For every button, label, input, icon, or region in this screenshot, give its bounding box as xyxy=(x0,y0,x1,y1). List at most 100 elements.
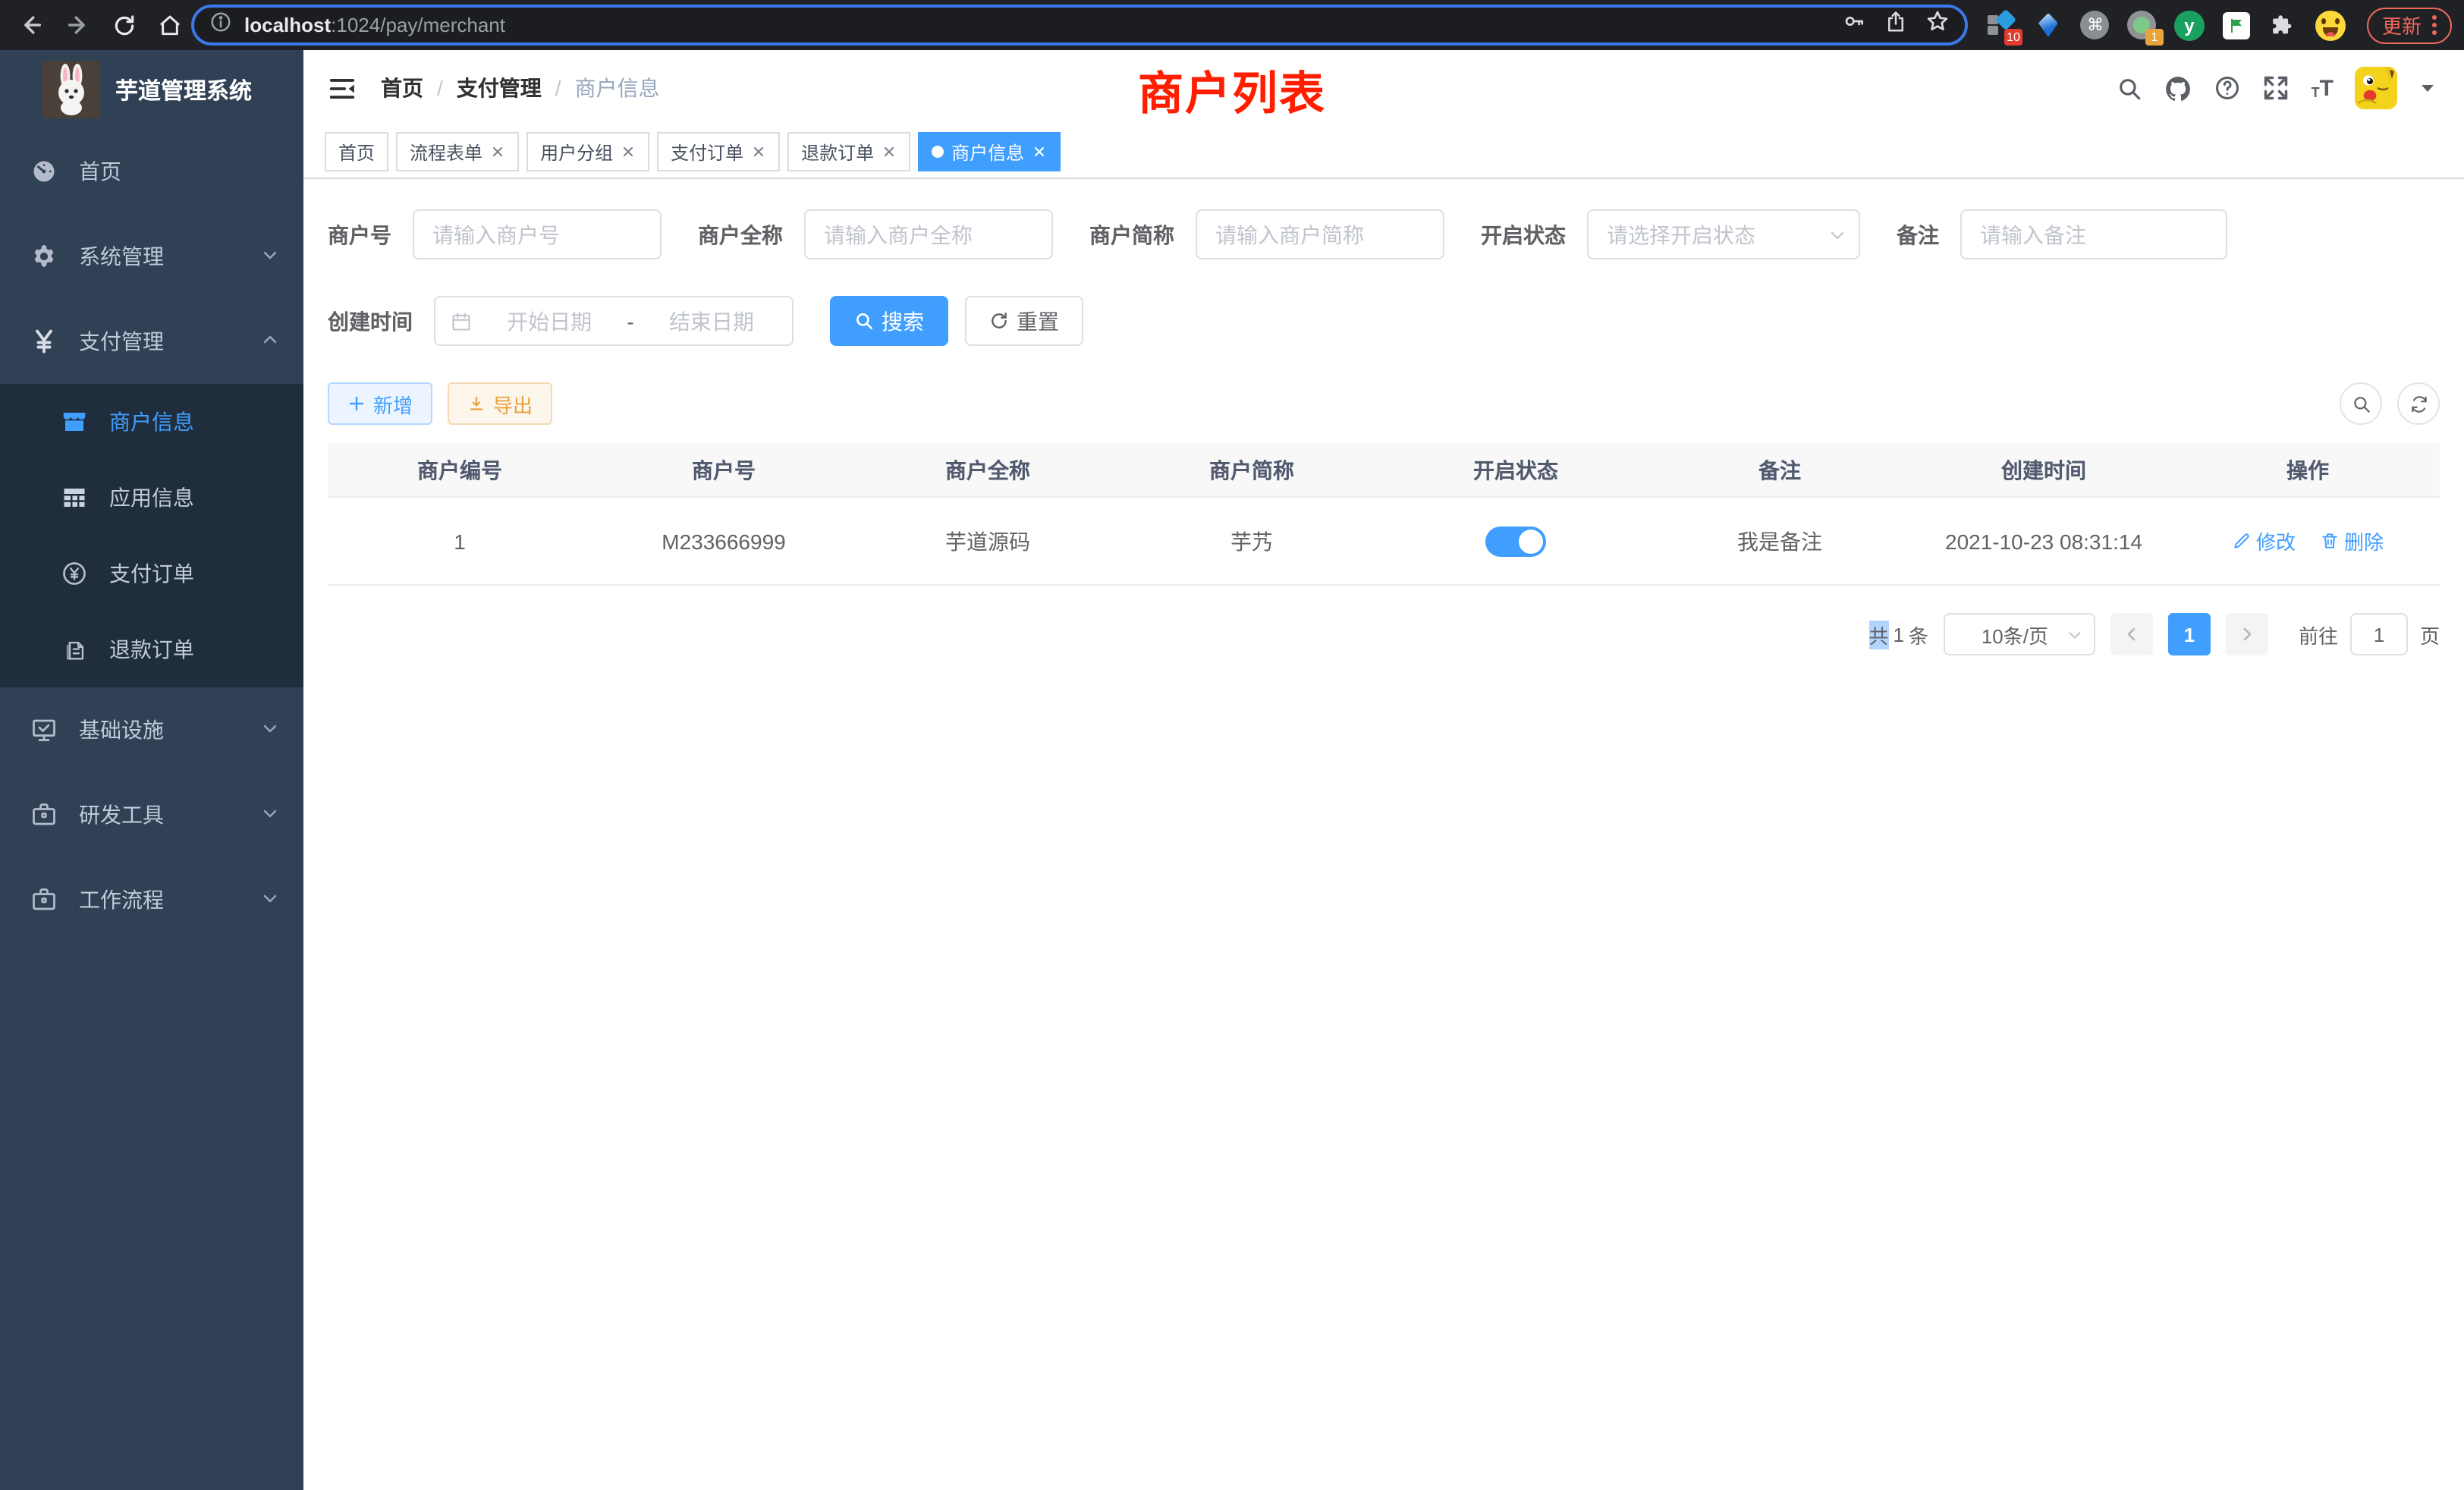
column-header: 商户简称 xyxy=(1120,454,1384,485)
briefcase-icon xyxy=(30,886,58,913)
cell-merchant-no: M233666999 xyxy=(592,529,856,553)
key-icon[interactable] xyxy=(1842,9,1866,41)
profile-avatar-icon[interactable] xyxy=(2315,10,2346,40)
delete-button[interactable]: 删除 xyxy=(2320,527,2384,555)
page-size-select[interactable]: 10条/页 xyxy=(1944,613,2095,655)
tab-merchant-info[interactable]: 商户信息 xyxy=(918,132,1061,171)
refresh-table-button[interactable] xyxy=(2397,382,2440,425)
tab-home[interactable]: 首页 xyxy=(325,132,388,171)
sidebar-item-infrastructure[interactable]: 基础设施 xyxy=(0,687,303,772)
status-toggle[interactable] xyxy=(1485,526,1546,556)
browser-toolbar: localhost:1024/pay/merchant 10 ⌘ 1 y xyxy=(0,0,2464,50)
tab-refund-order[interactable]: 退款订单 xyxy=(787,132,910,171)
short-name-input[interactable] xyxy=(1196,209,1444,259)
forward-icon[interactable] xyxy=(65,12,91,38)
browser-update-menu[interactable]: 更新 xyxy=(2367,7,2452,43)
extension-recorder-icon[interactable]: 1 xyxy=(2127,10,2158,40)
sidebar-item-merchant-info[interactable]: 商户信息 xyxy=(0,384,303,460)
chevron-down-icon xyxy=(1828,225,1846,244)
column-header: 商户编号 xyxy=(328,454,592,485)
refresh-icon xyxy=(989,311,1009,331)
column-header: 开启状态 xyxy=(1384,454,1648,485)
reset-button[interactable]: 重置 xyxy=(965,296,1083,346)
share-icon[interactable] xyxy=(1884,10,1907,40)
close-icon[interactable] xyxy=(1032,144,1047,159)
tab-process-form[interactable]: 流程表单 xyxy=(396,132,519,171)
sidebar-menu: 首页 系统管理 支付管理 商户信息 xyxy=(0,129,303,942)
extension-badge: 1 xyxy=(2145,28,2164,45)
screen: localhost:1024/pay/merchant 10 ⌘ 1 y xyxy=(0,0,2464,1490)
remark-input[interactable] xyxy=(1960,209,2227,259)
search-button[interactable]: 搜索 xyxy=(830,296,948,346)
extension-green-y-icon[interactable]: y xyxy=(2174,10,2205,40)
header-search-icon[interactable] xyxy=(2117,75,2143,101)
breadcrumb-home[interactable]: 首页 xyxy=(381,73,423,103)
extension-flag-icon[interactable] xyxy=(2221,10,2252,40)
github-icon[interactable] xyxy=(2164,74,2193,102)
cell-status xyxy=(1384,526,1648,556)
breadcrumb-payment[interactable]: 支付管理 xyxy=(457,73,542,103)
goto-page-input[interactable] xyxy=(2350,613,2408,655)
end-date[interactable]: 结束日期 xyxy=(646,306,777,336)
merchant-no-input[interactable] xyxy=(413,209,662,259)
plus-icon xyxy=(347,395,366,413)
add-button[interactable]: 新增 xyxy=(328,382,432,425)
close-icon[interactable] xyxy=(621,144,636,159)
chevron-down-icon xyxy=(261,803,279,827)
search-icon xyxy=(854,311,874,331)
sidebar-item-workflow[interactable]: 工作流程 xyxy=(0,857,303,942)
close-icon[interactable] xyxy=(882,144,897,159)
page-unit-label: 页 xyxy=(2420,620,2440,649)
column-header: 创建时间 xyxy=(1912,454,2176,485)
sidebar-item-dev-tools[interactable]: 研发工具 xyxy=(0,772,303,857)
edit-button[interactable]: 修改 xyxy=(2232,527,2296,555)
sidebar-item-refund-order[interactable]: 退款订单 xyxy=(0,611,303,687)
chevron-up-icon xyxy=(261,329,279,354)
fullscreen-icon[interactable] xyxy=(2263,74,2290,102)
tab-user-group[interactable]: 用户分组 xyxy=(526,132,649,171)
column-header: 商户全称 xyxy=(856,454,1120,485)
tab-pay-order[interactable]: 支付订单 xyxy=(657,132,780,171)
site-info-icon[interactable] xyxy=(209,10,232,40)
sidebar-collapse-icon[interactable] xyxy=(328,74,357,102)
url-bar[interactable]: localhost:1024/pay/merchant xyxy=(191,5,1968,46)
create-time-range-picker[interactable]: 开始日期 - 结束日期 xyxy=(434,296,794,346)
payment-submenu: 商户信息 应用信息 支付订单 退款订单 xyxy=(0,384,303,687)
user-avatar[interactable] xyxy=(2355,67,2397,109)
help-icon[interactable] xyxy=(2214,74,2242,102)
full-name-input[interactable] xyxy=(804,209,1053,259)
main-area: 首页 / 支付管理 / 商户信息 TT xyxy=(303,50,2464,1490)
extension-badge: 10 xyxy=(2004,28,2022,45)
extension-command-icon[interactable]: ⌘ xyxy=(2080,10,2110,40)
back-icon[interactable] xyxy=(18,12,44,38)
sidebar-item-app-info[interactable]: 应用信息 xyxy=(0,460,303,536)
extension-blocks-icon[interactable]: 10 xyxy=(1986,10,2016,40)
app-navbar: 首页 / 支付管理 / 商户信息 TT xyxy=(303,50,2464,126)
sidebar-item-home[interactable]: 首页 xyxy=(0,129,303,214)
toolbox-icon xyxy=(30,801,58,828)
cell-short-name: 芋艿 xyxy=(1120,526,1384,556)
sidebar-item-payment[interactable]: 支付管理 xyxy=(0,299,303,384)
close-icon[interactable] xyxy=(751,144,766,159)
show-search-button[interactable] xyxy=(2340,382,2382,425)
sidebar-item-pay-order[interactable]: 支付订单 xyxy=(0,536,303,611)
reload-icon[interactable] xyxy=(112,13,137,37)
browser-menu-icon[interactable] xyxy=(2432,15,2437,35)
extensions-puzzle-icon[interactable] xyxy=(2268,10,2299,40)
font-size-icon[interactable]: TT xyxy=(2312,77,2334,99)
cell-actions: 修改 删除 xyxy=(2176,527,2440,555)
bookmark-star-icon[interactable] xyxy=(1925,9,1950,41)
extension-kite-icon[interactable] xyxy=(2033,10,2063,40)
chevron-right-icon xyxy=(2238,625,2256,643)
caret-down-icon[interactable] xyxy=(2418,79,2437,97)
close-icon[interactable] xyxy=(490,144,505,159)
breadcrumb-current: 商户信息 xyxy=(575,73,660,103)
next-page-button[interactable] xyxy=(2226,613,2268,655)
status-select[interactable]: 请选择开启状态 xyxy=(1587,209,1860,259)
export-button[interactable]: 导出 xyxy=(448,382,552,425)
sidebar-item-system[interactable]: 系统管理 xyxy=(0,214,303,299)
start-date[interactable]: 开始日期 xyxy=(484,306,614,336)
page-number-button[interactable]: 1 xyxy=(2168,613,2211,655)
home-icon[interactable] xyxy=(158,13,182,37)
prev-page-button[interactable] xyxy=(2110,613,2153,655)
